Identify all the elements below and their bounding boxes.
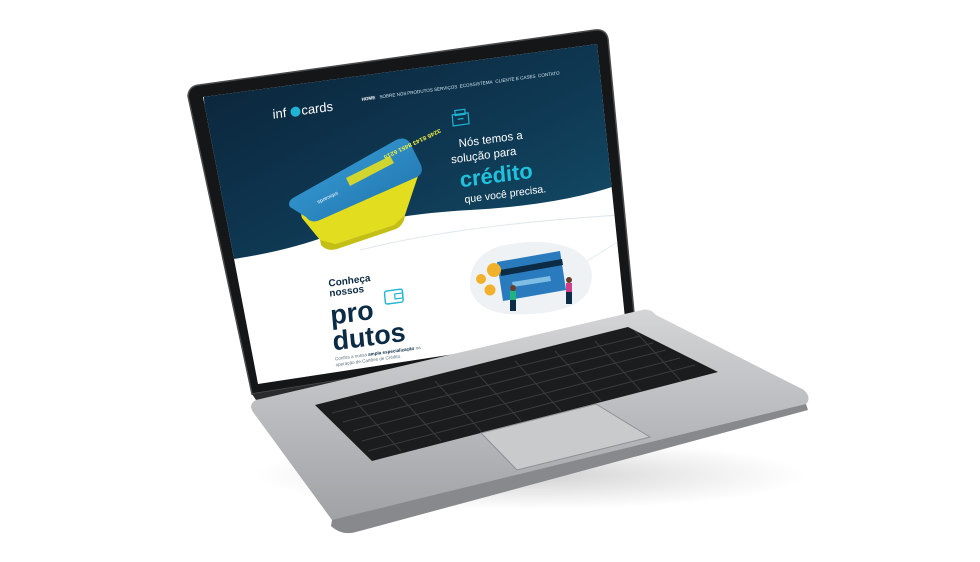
person-figure-left [510,285,516,311]
coin-icon [487,263,501,277]
coin-icon [476,274,486,284]
person-figure-right [566,277,572,304]
laptop-mockup-scene: inf cards HOME SOBRE NÓS PRODUTOS SERVIÇ… [0,0,980,562]
products-illustration [469,241,592,315]
site-logo-part1[interactable]: inf [272,105,287,122]
coin-icon [484,284,496,296]
